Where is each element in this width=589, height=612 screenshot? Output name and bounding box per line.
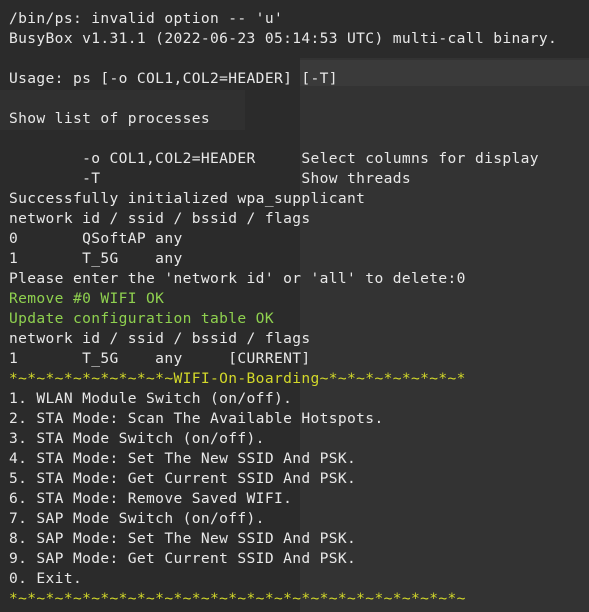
terminal-line: 7. SAP Mode Switch (on/off). (9, 510, 265, 527)
terminal-line: 6. STA Mode: Remove Saved WIFI. (9, 490, 293, 507)
terminal-line: Successfully initialized wpa_supplicant (9, 190, 366, 207)
terminal-line: 5. STA Mode: Get Current SSID And PSK. (9, 470, 357, 487)
terminal-line: 8. SAP Mode: Set The New SSID And PSK. (9, 530, 357, 547)
terminal-line: BusyBox v1.31.1 (2022-06-23 05:14:53 UTC… (9, 30, 558, 47)
terminal-line: -o COL1,COL2=HEADER Select columns for d… (9, 150, 539, 167)
terminal-line: network id / ssid / bssid / flags (9, 330, 311, 347)
terminal-window[interactable]: /bin/ps: invalid option -- 'u' BusyBox v1… (0, 0, 589, 612)
terminal-line: Update configuration table OK (9, 310, 274, 327)
terminal-line: Remove #0 WIFI OK (9, 290, 165, 307)
terminal-output: /bin/ps: invalid option -- 'u' BusyBox v1… (9, 9, 557, 609)
terminal-line: -T Show threads (9, 170, 411, 187)
terminal-line: 3. STA Mode Switch (on/off). (9, 430, 265, 447)
terminal-line: *~*~*~*~*~*~*~*~*~*~*~*~*~*~*~*~*~*~*~*~… (9, 590, 466, 607)
terminal-line: 9. SAP Mode: Get Current SSID And PSK. (9, 550, 357, 567)
terminal-line: 4. STA Mode: Set The New SSID And PSK. (9, 450, 357, 467)
terminal-line: 1 T_5G any (9, 250, 183, 267)
terminal-line: Show list of processes (9, 110, 210, 127)
terminal-line: 1 T_5G any [CURRENT] (9, 350, 311, 367)
terminal-line: Usage: ps [-o COL1,COL2=HEADER] [-T] (9, 70, 338, 87)
terminal-line: network id / ssid / bssid / flags (9, 210, 311, 227)
terminal-line: 2. STA Mode: Scan The Available Hotspots… (9, 410, 384, 427)
terminal-line: *~*~*~*~*~*~*~*~*~WIFI-On-Boarding~*~*~*… (9, 370, 466, 387)
terminal-line: /bin/ps: invalid option -- 'u' (9, 10, 284, 27)
terminal-line: 0 QSoftAP any (9, 230, 183, 247)
terminal-line: Please enter the 'network id' or 'all' t… (9, 270, 466, 287)
terminal-line: 1. WLAN Module Switch (on/off). (9, 390, 293, 407)
terminal-line: 0. Exit. (9, 570, 83, 587)
